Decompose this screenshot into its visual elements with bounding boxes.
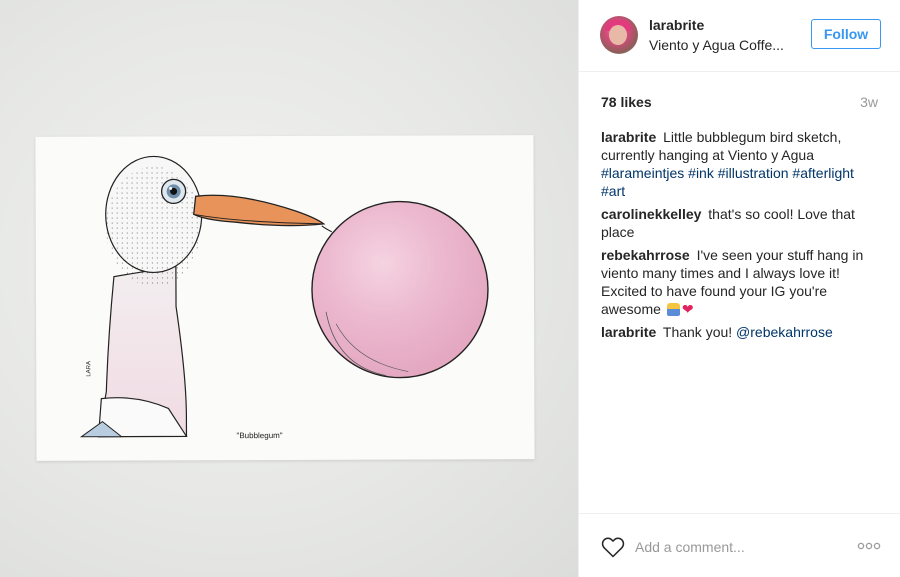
artwork-paper: "Bubblegum" LARA <box>35 135 535 461</box>
post-location[interactable]: Viento y Agua Coffe... <box>649 37 784 53</box>
follow-button[interactable]: Follow <box>811 19 881 49</box>
avatar[interactable] <box>600 16 638 54</box>
likes-count[interactable]: 78 likes <box>601 94 652 110</box>
comment-text: Thank you! <box>662 324 733 340</box>
add-comment-input[interactable] <box>635 534 835 560</box>
comment-author[interactable]: larabrite <box>601 129 656 145</box>
artwork-signature: LARA <box>86 361 92 377</box>
post-sidebar: larabrite Viento y Agua Coffe... Follow … <box>578 0 900 577</box>
post-username[interactable]: larabrite <box>649 17 704 33</box>
comment-item: larabrite Little bubblegum bird sketch, … <box>601 128 881 200</box>
red-heart-emoji: ❤ <box>681 301 694 317</box>
bird-illustration: "Bubblegum" LARA <box>79 155 489 440</box>
comment-item: larabrite Thank you! @rebekahrrose <box>601 323 881 341</box>
comment-bar <box>579 513 900 577</box>
post-photo[interactable]: "Bubblegum" LARA <box>0 0 578 577</box>
comment-item: carolinekkelley that's so cool! Love tha… <box>601 205 881 241</box>
comment-item: rebekahrrose I've seen your stuff hang i… <box>601 246 881 318</box>
post-age[interactable]: 3w <box>860 94 878 110</box>
comment-author[interactable]: rebekahrrose <box>601 247 690 263</box>
more-options-icon[interactable] <box>857 542 881 550</box>
comment-mention[interactable]: @rebekahrrose <box>736 324 833 340</box>
avatar-face <box>609 25 627 45</box>
couple-emoji-icon <box>666 303 680 316</box>
artwork-caption: "Bubblegum" <box>236 431 282 440</box>
comment-author[interactable]: carolinekkelley <box>601 206 701 222</box>
comment-author[interactable]: larabrite <box>601 324 656 340</box>
comment-list: larabrite Little bubblegum bird sketch, … <box>601 128 881 346</box>
heart-outline-icon[interactable] <box>601 536 625 558</box>
post-header: larabrite Viento y Agua Coffe... Follow <box>579 0 900 72</box>
comment-hashtags[interactable]: #larameintjes #ink #illustration #afterl… <box>601 165 854 199</box>
